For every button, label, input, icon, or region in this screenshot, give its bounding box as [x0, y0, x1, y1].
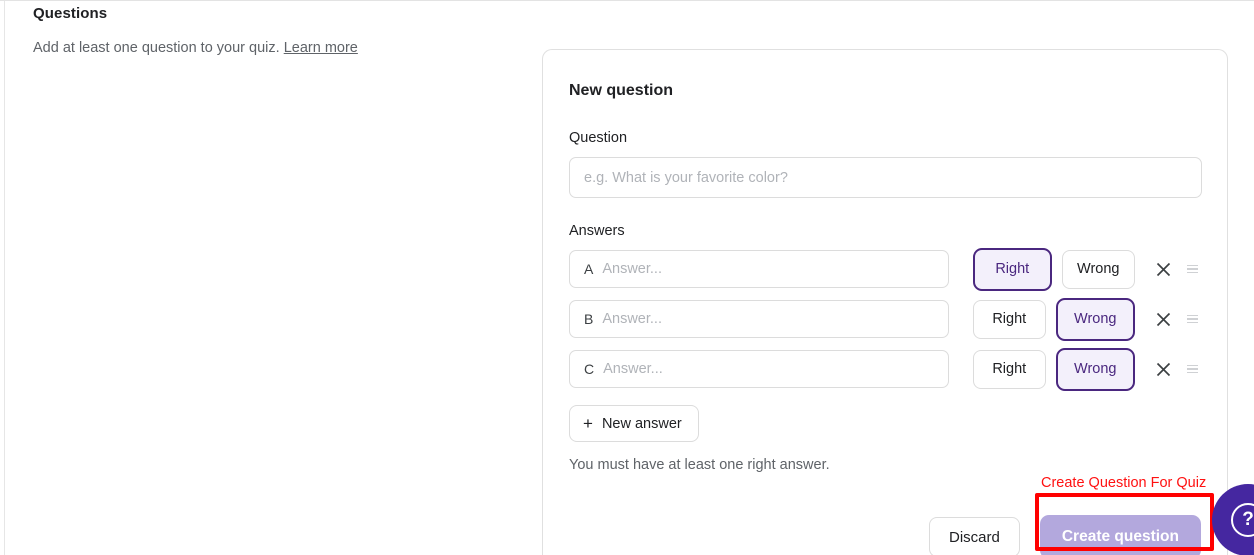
remove-answer-a-icon[interactable] — [1153, 258, 1175, 280]
table-row: A Answer... Right Wrong — [569, 247, 1201, 291]
answer-b-right-button[interactable]: Right — [972, 299, 1046, 339]
drag-handle-b-icon[interactable] — [1187, 314, 1201, 324]
remove-answer-b-icon[interactable] — [1153, 308, 1175, 330]
answer-letter-a: A — [584, 261, 594, 277]
new-answer-button-label: New answer — [601, 415, 682, 432]
answer-placeholder-b: Answer... — [602, 310, 662, 327]
answer-c-right-button[interactable]: Right — [972, 349, 1046, 389]
questions-section-intro: Questions Add at least one question to y… — [33, 4, 453, 62]
discard-button[interactable]: Discard — [929, 517, 1020, 555]
card-body: New question Question Answers A Answer..… — [543, 50, 1227, 474]
drag-handle-c-icon[interactable] — [1187, 364, 1201, 374]
create-question-button[interactable]: Create question — [1039, 515, 1201, 555]
left-divider — [4, 1, 5, 555]
answer-c-wrong-button[interactable]: Wrong — [1055, 347, 1135, 391]
plus-icon: + — [583, 414, 593, 433]
annotation-label: Create Question For Quiz — [1041, 475, 1207, 491]
question-input[interactable] — [569, 157, 1202, 198]
section-description: Add at least one question to your quiz. … — [33, 34, 378, 62]
new-answer-button[interactable]: + New answer — [569, 405, 699, 442]
card-footer-actions: Discard Create question — [929, 515, 1201, 555]
answer-letter-b: B — [584, 311, 594, 327]
page-title: Questions — [33, 5, 108, 22]
answer-b-wrong-button[interactable]: Wrong — [1055, 297, 1135, 341]
answer-a-right-button[interactable]: Right — [972, 247, 1052, 291]
table-row: C Answer... Right Wrong — [569, 347, 1201, 391]
drag-handle-a-icon[interactable] — [1187, 264, 1201, 274]
page-root: Questions Add at least one question to y… — [0, 0, 1254, 555]
right-answer-helper-text: You must have at least one right answer. — [569, 457, 830, 473]
card-title: New question — [569, 82, 674, 99]
table-row: B Answer... Right Wrong — [569, 297, 1201, 341]
learn-more-link[interactable]: Learn more — [284, 40, 358, 56]
answer-placeholder-a: Answer... — [602, 260, 662, 277]
answer-a-wrong-button[interactable]: Wrong — [1061, 249, 1135, 289]
section-description-text: Add at least one question to your quiz. — [33, 40, 284, 56]
question-mark-icon: ? — [1231, 503, 1254, 537]
remove-answer-c-icon[interactable] — [1153, 358, 1175, 380]
question-field-label: Question — [569, 130, 628, 146]
answer-placeholder-c: Answer... — [603, 360, 663, 377]
answer-input-a[interactable]: A Answer... — [569, 250, 949, 288]
answer-input-b[interactable]: B Answer... — [569, 300, 949, 338]
answers-section-label: Answers — [569, 223, 625, 239]
answer-input-c[interactable]: C Answer... — [569, 350, 949, 388]
answer-letter-c: C — [584, 361, 595, 377]
